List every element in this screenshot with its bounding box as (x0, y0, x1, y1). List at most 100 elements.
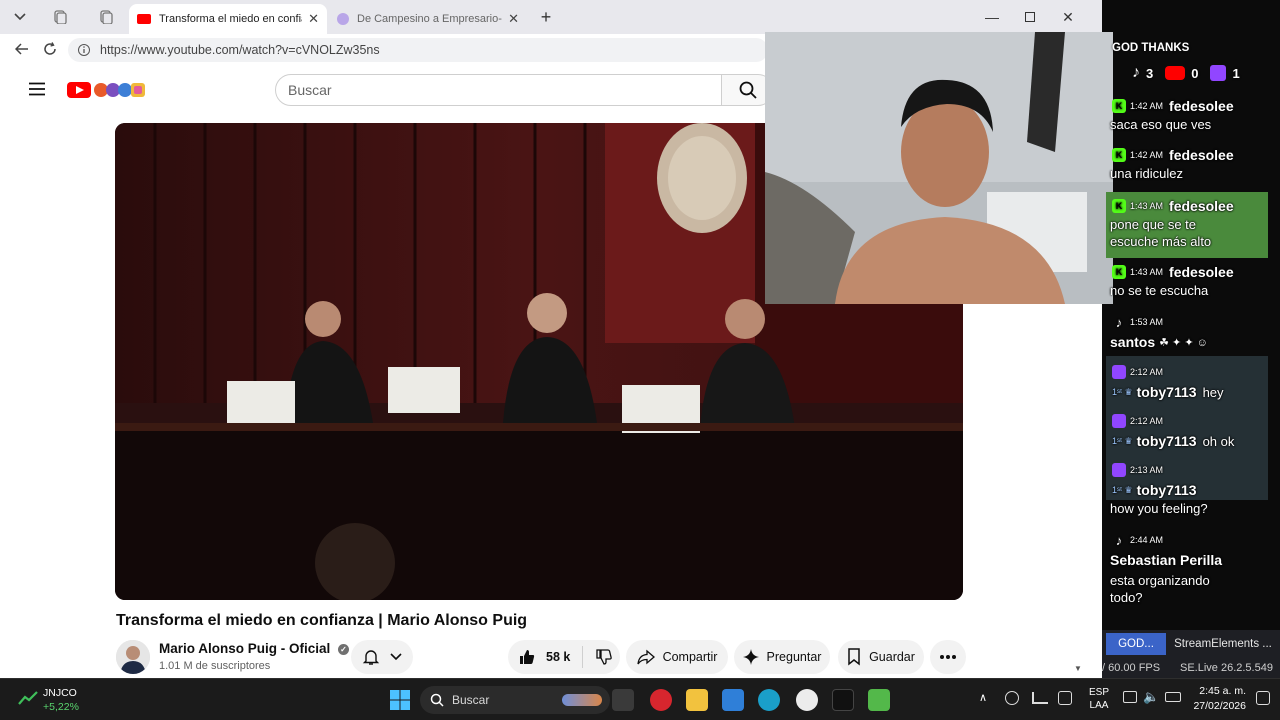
message-user: toby7113 (1136, 482, 1197, 498)
like-dislike-group: 58 k (508, 640, 620, 674)
youtube-logo[interactable] (67, 80, 147, 100)
divider (582, 646, 584, 668)
scroll-down-arrow-icon[interactable]: ▼ (1074, 664, 1082, 673)
bell-icon (362, 650, 380, 665)
version-text: SE.Live 26.2.5.549 (1180, 662, 1273, 674)
ask-label: Preguntar (766, 650, 822, 664)
back-button[interactable] (8, 38, 36, 60)
search-highlight-icon (562, 694, 602, 706)
share-button[interactable]: Compartir (626, 640, 728, 674)
message-time: 1:42 AM (1130, 150, 1164, 160)
message-user: Sebastian Perilla (1110, 552, 1223, 568)
ask-button[interactable]: Preguntar (734, 640, 830, 674)
task-view-icon[interactable] (612, 689, 634, 711)
stock-trend-icon (18, 691, 38, 705)
volume-icon[interactable]: 🔈 (1143, 689, 1159, 705)
chat-message: K 1:42 AM fedesolee una ridiculez (1106, 145, 1268, 182)
close-tab-icon[interactable]: ✕ (308, 11, 319, 27)
store-icon[interactable] (722, 689, 744, 711)
sub-badge-icon: 1ˢᵗ ♛ (1112, 484, 1133, 495)
language-indicator[interactable]: ESP LAA (1089, 687, 1109, 711)
collections-icon (100, 10, 113, 24)
tiktok-icon: ♪ (1115, 314, 1123, 330)
message-time: 1:43 AM (1130, 267, 1164, 277)
search-input[interactable]: Buscar (275, 74, 722, 106)
fps-readout: / 60.00 FPS (1102, 662, 1161, 674)
dislike-button[interactable] (595, 648, 613, 666)
display-icon[interactable] (1123, 691, 1137, 703)
site-info-icon[interactable] (76, 43, 92, 57)
edge-browser-icon[interactable] (758, 689, 780, 711)
minimize-button[interactable]: — (974, 6, 1010, 28)
obs-tab-god[interactable]: GOD... (1106, 633, 1166, 655)
message-time: 2:13 AM (1130, 465, 1164, 475)
tab-active[interactable]: Transforma el miedo en confianza ✕ (129, 4, 327, 34)
save-button[interactable]: Guardar (838, 640, 924, 674)
chat-message: 2:12 AM 1ˢᵗ ♛ toby7113 oh ok (1106, 411, 1268, 451)
workspaces-icon (54, 10, 67, 24)
tab-list-button[interactable] (6, 6, 34, 28)
new-tab-button[interactable]: + (532, 6, 560, 28)
chevron-up-icon[interactable]: ∧ (979, 691, 987, 704)
tab-title: Transforma el miedo en confianza (159, 13, 302, 25)
app-shield-icon[interactable] (650, 689, 672, 711)
message-user: fedesolee (1169, 264, 1234, 280)
share-label: Compartir (662, 650, 718, 664)
sparkle-icon (742, 649, 759, 665)
streamer-app-icon[interactable] (868, 689, 890, 711)
maximize-button[interactable] (1012, 6, 1048, 28)
taskbar: JNJCO +5,22% Buscar ∧ ESP LAA 🔈 2:45 a. … (0, 678, 1280, 720)
twitch-icon (1112, 414, 1126, 428)
channel-name-row[interactable]: Mario Alonso Puig - Oficial ✓ (159, 641, 350, 656)
taskbar-search[interactable]: Buscar (420, 686, 610, 714)
file-explorer-icon[interactable] (686, 689, 708, 711)
chat-message: K 1:42 AM fedesolee saca eso que ves (1106, 96, 1268, 133)
channel-avatar[interactable] (116, 640, 150, 674)
verified-icon: ✓ (338, 643, 350, 655)
url-text: https://www.youtube.com/watch?v=cVNOLZw3… (100, 43, 380, 57)
menu-button[interactable] (28, 82, 46, 96)
channel-name[interactable]: Mario Alonso Puig - Oficial (159, 641, 330, 656)
page-favicon-icon (337, 13, 349, 25)
like-button[interactable]: 58 k (518, 648, 570, 666)
message-text: how you feeling? (1110, 501, 1208, 516)
tab-title: De Campesino a Empresario- cómo (357, 13, 502, 25)
sync-icon[interactable] (1005, 691, 1019, 705)
workspaces-button[interactable] (46, 6, 74, 28)
collections-button[interactable] (92, 6, 120, 28)
tab-inactive[interactable]: De Campesino a Empresario- cómo ✕ (329, 4, 527, 34)
thumbs-down-icon (596, 649, 613, 665)
start-button[interactable] (389, 689, 411, 711)
chat-message: 2:13 AM 1ˢᵗ ♛ toby7113 how you feeling? (1106, 460, 1268, 517)
more-actions-button[interactable] (930, 640, 966, 674)
network-icon[interactable] (1032, 692, 1048, 704)
close-tab-icon[interactable]: ✕ (508, 11, 519, 27)
tiktok-icon: ♪ (1115, 532, 1123, 548)
clock-time: 2:45 a. m. (1199, 685, 1246, 697)
address-bar[interactable]: https://www.youtube.com/watch?v=cVNOLZw3… (68, 38, 768, 62)
webcam-person-icon (765, 32, 1113, 304)
message-user: toby7113 (1136, 384, 1197, 400)
chat-message: ♪ 2:44 AM Sebastian Perilla esta organiza… (1106, 530, 1268, 606)
message-time: 1:43 AM (1130, 201, 1164, 211)
message-time: 1:53 AM (1130, 317, 1164, 327)
notification-center-icon[interactable] (1256, 691, 1270, 705)
reload-button[interactable] (36, 38, 64, 60)
twitch-icon (1112, 463, 1126, 477)
obs-icon[interactable] (796, 689, 818, 711)
battery-icon[interactable] (1165, 692, 1181, 702)
tiktok-app-icon[interactable] (832, 689, 854, 711)
message-user: fedesolee (1169, 147, 1234, 163)
twitch-icon (1112, 365, 1126, 379)
message-text: una ridiculez (1110, 166, 1183, 181)
sub-badge-icon: 1ˢᵗ ♛ (1112, 435, 1133, 446)
close-window-button[interactable]: ✕ (1050, 6, 1086, 28)
clock[interactable]: 2:45 a. m. 27/02/2026 (1190, 685, 1246, 712)
obs-tab-streamelements[interactable]: StreamElements ... (1168, 633, 1278, 655)
message-text: pone que se te escuche más alto (1110, 217, 1212, 249)
video-title: Transforma el miedo en confianza | Mario… (116, 612, 528, 629)
more-dots-icon (940, 655, 956, 659)
tray-app-icon[interactable] (1058, 691, 1072, 705)
hamburger-menu-icon (29, 82, 45, 96)
notifications-button[interactable] (351, 640, 413, 674)
